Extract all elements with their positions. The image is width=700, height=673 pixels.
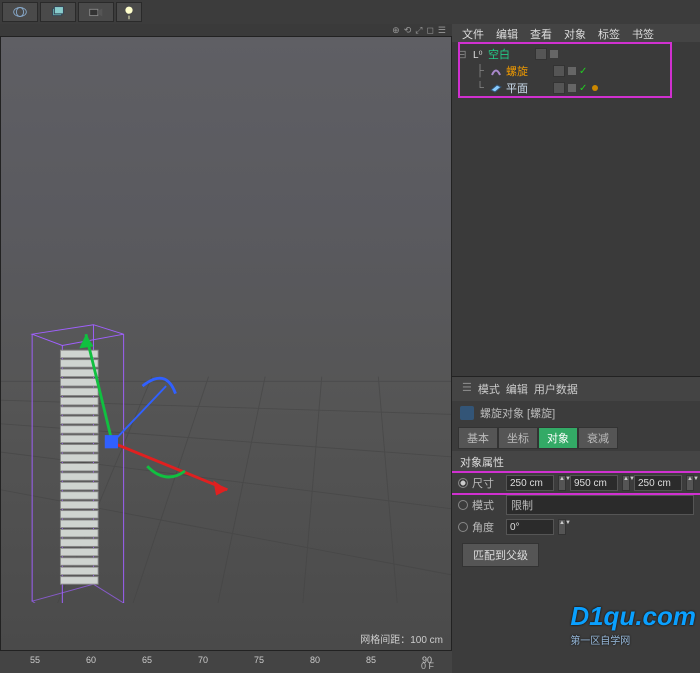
obj-name: 平面: [506, 80, 550, 96]
tick: 75: [254, 655, 264, 665]
tab-falloff[interactable]: 衰减: [578, 427, 618, 449]
objmgr-menubar: 文件 编辑 查看 对象 标签 书签: [452, 24, 700, 42]
tick: 65: [142, 655, 152, 665]
twist-object-icon: [460, 406, 474, 420]
check-icon[interactable]: ✓: [579, 66, 589, 77]
timeline-ruler[interactable]: 55 60 65 70 75 80 85 90 0 F: [0, 651, 452, 673]
menu-file[interactable]: 文件: [458, 26, 488, 40]
size-z-input[interactable]: [634, 475, 682, 491]
attr-title: 螺旋对象 [螺旋]: [452, 401, 700, 425]
vp-layout-icon[interactable]: ☰: [438, 25, 446, 36]
attr-userdata[interactable]: 用户数据: [534, 381, 578, 397]
vp-zoom-icon[interactable]: ⤢: [415, 25, 422, 36]
tick: 60: [86, 655, 96, 665]
spinner[interactable]: ▲▼: [558, 519, 566, 535]
tab-coord[interactable]: 坐标: [498, 427, 538, 449]
object-null[interactable]: ⊟ L⁰ 空白: [456, 46, 696, 62]
menu-object[interactable]: 对象: [560, 26, 590, 40]
menu-view[interactable]: 查看: [526, 26, 556, 40]
main-toolbar: [0, 0, 700, 24]
vp-orbit-icon[interactable]: ⟲: [404, 25, 412, 36]
viewport-3d[interactable]: 网格间距：100 cm: [0, 36, 452, 651]
obj-name: 空白: [488, 46, 532, 62]
obj-name: 螺旋: [506, 63, 550, 79]
object-plane[interactable]: └ 平面 ✓: [456, 80, 696, 96]
radio-angle[interactable]: [458, 522, 468, 532]
layer-cell[interactable]: [535, 48, 547, 60]
layer-cell[interactable]: [553, 82, 565, 94]
prop-mode: 模式 限制: [452, 493, 700, 517]
tool-cube[interactable]: [40, 2, 76, 22]
object-twist[interactable]: ├ 螺旋 ✓: [456, 63, 696, 79]
label-size: 尺寸: [472, 475, 502, 491]
prop-size: 尺寸 ▲▼ ▲▼ ▲▼: [450, 471, 700, 495]
tab-basic[interactable]: 基本: [458, 427, 498, 449]
tick: 55: [30, 655, 40, 665]
fit-to-parent-button[interactable]: 匹配到父级: [462, 543, 539, 567]
vis-dot[interactable]: [568, 84, 576, 92]
frame-unit: 0 F: [421, 661, 434, 671]
layer-cell[interactable]: [553, 65, 565, 77]
vp-pan-icon[interactable]: ⊕: [392, 25, 400, 36]
tick: 80: [310, 655, 320, 665]
tool-camera[interactable]: [78, 2, 114, 22]
menu-bookmarks[interactable]: 书签: [628, 26, 658, 40]
prop-angle: 角度 ▲▼: [452, 517, 700, 537]
vp-frame-icon[interactable]: ◻: [426, 25, 433, 36]
mode-dropdown[interactable]: 限制: [506, 495, 694, 515]
section-object-props: 对象属性: [452, 451, 700, 473]
vis-dot[interactable]: [568, 67, 576, 75]
angle-input[interactable]: [506, 519, 554, 535]
viewport-nav-icons: ⊕ ⟲ ⤢ ◻ ☰: [0, 24, 452, 36]
tool-sphere[interactable]: [2, 2, 38, 22]
tick: 85: [366, 655, 376, 665]
radio-mode[interactable]: [458, 500, 468, 510]
label-mode: 模式: [472, 497, 502, 513]
spinner[interactable]: ▲▼: [558, 475, 566, 491]
menu-tags[interactable]: 标签: [594, 26, 624, 40]
vis-dot[interactable]: [550, 50, 558, 58]
spinner[interactable]: ▲▼: [622, 475, 630, 491]
grid-spacing-label: 网格间距：100 cm: [360, 631, 443, 646]
size-y-input[interactable]: [570, 475, 618, 491]
tool-light[interactable]: [116, 2, 142, 22]
attr-edit[interactable]: 编辑: [506, 381, 528, 397]
svg-text:L⁰: L⁰: [473, 50, 483, 61]
radio-size[interactable]: [458, 478, 468, 488]
tag-dot[interactable]: [592, 85, 598, 91]
tick: 70: [198, 655, 208, 665]
menu-edit[interactable]: 编辑: [492, 26, 522, 40]
attr-tab-row: 基本 坐标 对象 衰减: [452, 425, 700, 451]
object-manager[interactable]: ⊟ L⁰ 空白 ├ 螺旋 ✓ └ 平面 ✓: [452, 42, 700, 376]
size-x-input[interactable]: [506, 475, 554, 491]
attr-title-text: 螺旋对象 [螺旋]: [480, 405, 555, 421]
tab-object[interactable]: 对象: [538, 427, 578, 449]
attr-mode[interactable]: 模式: [478, 381, 500, 397]
attr-menubar: ☰ 模式 编辑 用户数据: [452, 377, 700, 401]
check-icon[interactable]: ✓: [579, 83, 589, 94]
label-angle: 角度: [472, 519, 502, 535]
spinner[interactable]: ▲▼: [686, 475, 694, 491]
attribute-manager: ☰ 模式 编辑 用户数据 螺旋对象 [螺旋] 基本 坐标 对象 衰减 对象属性 …: [452, 376, 700, 673]
